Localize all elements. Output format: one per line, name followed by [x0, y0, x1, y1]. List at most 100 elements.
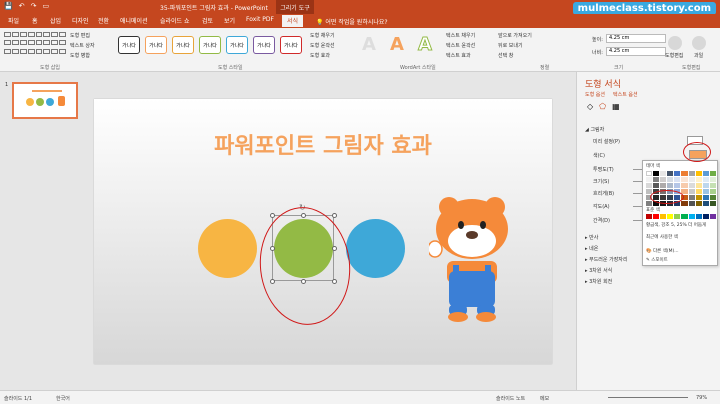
text-effects-button[interactable]: 텍스트 효과: [446, 52, 471, 59]
thumb-title: [32, 90, 62, 92]
section-3d-format[interactable]: ▸ 3차원 서식: [585, 267, 612, 274]
save-icon[interactable]: 💾: [4, 2, 13, 10]
eyedropper-icon: ✎: [646, 258, 650, 263]
height-input[interactable]: 4.25 cm: [606, 34, 666, 43]
redo-icon[interactable]: ↷: [31, 2, 37, 10]
status-bar: 슬라이드 1/1 한국어 슬라이드 노트 메모 79%: [0, 390, 720, 404]
thumb-bear: [58, 96, 65, 106]
tell-me-text: 어떤 작업을 원하시나요?: [325, 19, 388, 26]
standard-color-swatches[interactable]: [646, 214, 716, 219]
style-preset-2[interactable]: 가나다: [145, 36, 167, 54]
fill-line-icon[interactable]: ◇: [587, 102, 593, 111]
thumb-circle-blue: [46, 98, 54, 106]
shape-gallery[interactable]: [4, 32, 66, 56]
style-preset-6[interactable]: 가나다: [253, 36, 275, 54]
style-preset-4[interactable]: 가나다: [199, 36, 221, 54]
tell-me-search[interactable]: 💡 어떤 작업을 원하시나요?: [316, 17, 388, 26]
format-pane-icons: ◇ ⬠ ▦: [587, 102, 620, 111]
section-3d-rotation-label: 3차원 회전: [589, 279, 613, 285]
section-glow-label: 네온: [589, 246, 599, 252]
language-indicator[interactable]: 한국어: [56, 395, 70, 402]
shape-edit-group-label: 도형편집: [682, 65, 701, 71]
tab-animations[interactable]: 애니메이션: [120, 16, 148, 25]
section-glow[interactable]: ▸ 네온: [585, 245, 598, 252]
present-icon[interactable]: ▭: [42, 2, 49, 10]
arrange-group-label: 정렬: [540, 65, 550, 71]
more-colors-button[interactable]: 🎨 다른 색(M)...: [646, 248, 679, 254]
tab-text-options[interactable]: 텍스트 옵션: [613, 91, 638, 98]
theme-colors-label: 테마 색: [646, 164, 660, 169]
eyedropper-label: 스포이트: [651, 258, 668, 263]
style-preset-7[interactable]: 가나다: [280, 36, 302, 54]
resize-handle-tr[interactable]: [332, 213, 337, 218]
bring-forward-button[interactable]: 앞으로 가져오기: [498, 32, 532, 39]
color-tooltip: 황금색, 강조 5, 25% 더 어둡게: [646, 223, 707, 228]
quick-access-toolbar: 💾 ↶ ↷ ▭: [4, 2, 49, 10]
slides-pane: 1: [0, 72, 86, 390]
tab-transitions[interactable]: 전환: [98, 16, 109, 25]
notes-button[interactable]: 슬라이드 노트: [496, 395, 525, 402]
wordart-style-2[interactable]: A: [390, 34, 404, 55]
width-input[interactable]: 4.25 cm: [606, 47, 666, 56]
eyedropper-button[interactable]: ✎ 스포이트: [646, 257, 668, 263]
text-box-button[interactable]: 텍스트 상자: [70, 42, 95, 49]
annotation-ellipse: [254, 202, 356, 330]
fruit-button-label: 과일: [694, 53, 704, 59]
ribbon-tab-bar: 파일 홈 삽입 디자인 전환 애니메이션 슬라이드 쇼 검토 보기 Foxit …: [0, 14, 720, 28]
size-properties-icon[interactable]: ▦: [612, 102, 620, 111]
fruit-circle-button[interactable]: [692, 36, 706, 50]
style-preset-1[interactable]: 가나다: [118, 36, 140, 54]
shadow-color-popup: 테마 색 표준 색 황금색, 강조 5, 25% 더 어둡게 최근에 사용한 색…: [642, 160, 718, 266]
format-pane-title: 도형 서식: [585, 80, 621, 90]
shape-effects-button[interactable]: 도형 효과: [310, 52, 330, 59]
palette-icon: 🎨: [646, 249, 652, 254]
color-label: 색(C): [593, 153, 605, 159]
format-pane-tabs: 도형 옵션 텍스트 옵션: [585, 91, 638, 98]
size-label: 크기(S): [593, 179, 610, 185]
undo-icon[interactable]: ↶: [19, 2, 25, 10]
tab-shape-options[interactable]: 도형 옵션: [585, 91, 605, 98]
shape-edit-button-label: 도형편집: [665, 53, 684, 59]
tab-design[interactable]: 디자인: [72, 16, 89, 25]
effects-icon[interactable]: ⬠: [599, 102, 606, 111]
slide[interactable]: 파워포인트 그림자 효과 ↻: [94, 99, 552, 364]
tab-insert[interactable]: 삽입: [50, 16, 61, 25]
section-3d-rotation[interactable]: ▸ 3차원 회전: [585, 278, 612, 285]
selection-pane-button[interactable]: 선택 창: [498, 52, 513, 59]
wordart-style-1[interactable]: A: [362, 34, 376, 55]
text-fill-button[interactable]: 텍스트 채우기: [446, 32, 475, 39]
slide-thumbnail[interactable]: [12, 82, 78, 119]
circle-orange[interactable]: [198, 219, 257, 278]
comments-button[interactable]: 메모: [540, 395, 549, 402]
insert-shapes-group-label: 도형 삽입: [40, 65, 60, 71]
tab-foxit[interactable]: Foxit PDF: [246, 16, 274, 23]
more-colors-label: 다른 색(M)...: [653, 249, 679, 254]
style-preset-3[interactable]: 가나다: [172, 36, 194, 54]
shape-outline-button[interactable]: 도형 윤곽선: [310, 42, 335, 49]
shape-fill-button[interactable]: 도형 채우기: [310, 32, 335, 39]
section-shadow[interactable]: ◢ 그림자: [585, 126, 604, 133]
tab-home[interactable]: 홈: [32, 16, 38, 25]
shape-edit-circle-button[interactable]: [668, 36, 682, 50]
wordart-style-3[interactable]: A: [418, 34, 433, 56]
tab-slideshow[interactable]: 슬라이드 쇼: [160, 16, 190, 25]
tab-view[interactable]: 보기: [224, 16, 235, 25]
tab-format[interactable]: 서식: [282, 15, 304, 27]
zoom-level[interactable]: 79%: [696, 395, 707, 401]
circle-blue[interactable]: [346, 219, 405, 278]
section-reflection[interactable]: ▸ 반사: [585, 234, 598, 241]
send-backward-button[interactable]: 뒤로 보내기: [498, 42, 523, 49]
section-soft-edges[interactable]: ▸ 부드러운 가장자리: [585, 256, 628, 263]
tab-file[interactable]: 파일: [8, 16, 19, 25]
style-preset-5[interactable]: 가나다: [226, 36, 248, 54]
ribbon: 도형 편집 텍스트 상자 도형 병합 도형 삽입 가나다 가나다 가나다 가나다…: [0, 28, 720, 72]
slide-title[interactable]: 파워포인트 그림자 효과: [94, 128, 552, 160]
slide-canvas: 파워포인트 그림자 효과 ↻: [86, 72, 576, 390]
bear-character-image[interactable]: [429, 185, 515, 325]
zoom-slider[interactable]: [608, 397, 688, 398]
text-outline-button[interactable]: 텍스트 윤곽선: [446, 42, 475, 49]
merge-shapes-button[interactable]: 도형 병합: [70, 52, 90, 59]
edit-shape-button[interactable]: 도형 편집: [70, 32, 90, 39]
resize-handle-tl[interactable]: [270, 213, 275, 218]
tab-review[interactable]: 검토: [202, 16, 213, 25]
